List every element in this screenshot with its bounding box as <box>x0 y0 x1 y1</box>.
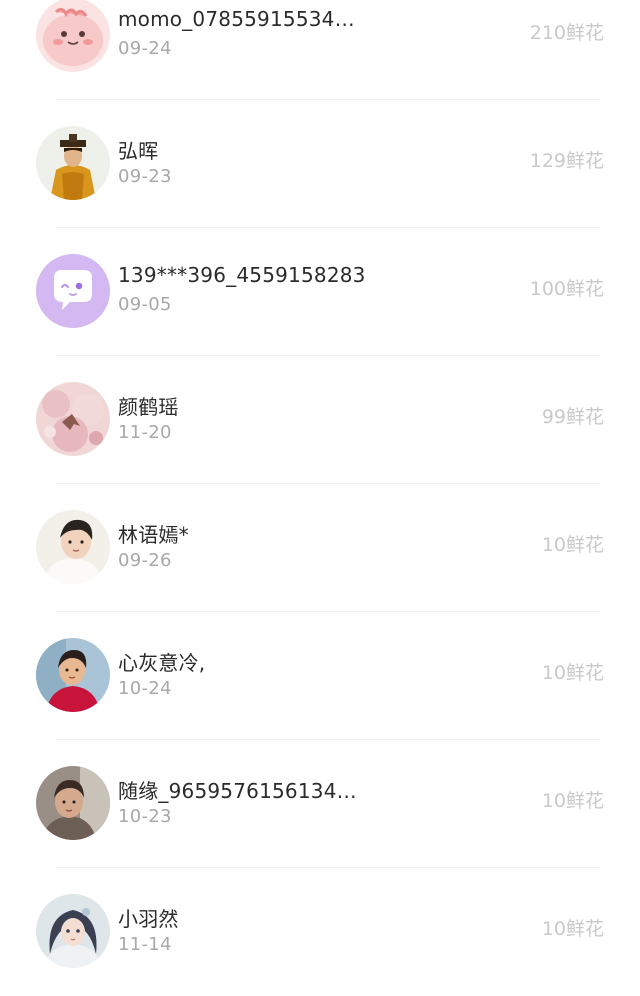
avatar[interactable] <box>36 382 110 456</box>
flower-count: 129鲜花 <box>529 150 604 172</box>
gift-date: 09-05 <box>118 294 172 315</box>
user-name: 139***396_4559158283 <box>118 263 366 287</box>
gift-date: 09-23 <box>118 166 172 187</box>
flower-count: 10鲜花 <box>541 662 604 684</box>
gift-date: 09-26 <box>118 550 172 571</box>
flower-count: 10鲜花 <box>541 790 604 812</box>
cute-pink-blob-avatar-icon <box>36 0 110 72</box>
child-photo-avatar-icon <box>36 510 110 584</box>
flower-count: 99鲜花 <box>541 406 604 428</box>
girl-red-shirt-avatar-icon <box>36 638 110 712</box>
person-photo-avatar-icon <box>36 766 110 840</box>
avatar[interactable] <box>36 0 110 72</box>
user-name: 弘晖 <box>118 139 159 163</box>
user-name: 林语嫣* <box>118 523 189 547</box>
list-item[interactable]: 颜鹤瑶 11-20 99鲜花 <box>0 356 640 484</box>
gift-date: 11-14 <box>118 934 172 955</box>
list-item[interactable]: 小羽然 11-14 10鲜花 <box>0 868 640 996</box>
avatar[interactable] <box>36 638 110 712</box>
pink-blossom-avatar-icon <box>36 382 110 456</box>
avatar[interactable] <box>36 254 110 328</box>
anime-girl-avatar-icon <box>36 894 110 968</box>
gift-ranking-list: momo_07855915534… 09-24 210鲜花 弘晖 09-23 1… <box>0 0 640 996</box>
gift-date: 10-23 <box>118 806 172 827</box>
costume-figure-avatar-icon <box>36 126 110 200</box>
avatar[interactable] <box>36 510 110 584</box>
flower-count: 100鲜花 <box>529 278 604 300</box>
list-item[interactable]: 心灰意冷, 10-24 10鲜花 <box>0 612 640 740</box>
avatar[interactable] <box>36 766 110 840</box>
list-item[interactable]: 弘晖 09-23 129鲜花 <box>0 100 640 228</box>
flower-count: 10鲜花 <box>541 534 604 556</box>
flower-count: 210鲜花 <box>529 22 604 44</box>
purple-chat-bubble-avatar-icon <box>36 254 110 328</box>
gift-date: 11-20 <box>118 422 172 443</box>
list-item[interactable]: 139***396_4559158283 09-05 100鲜花 <box>0 228 640 356</box>
avatar[interactable] <box>36 126 110 200</box>
user-name: 颜鹤瑶 <box>118 395 179 419</box>
avatar[interactable] <box>36 894 110 968</box>
list-item[interactable]: 林语嫣* 09-26 10鲜花 <box>0 484 640 612</box>
user-name: 随缘_9659576156134… <box>118 779 357 803</box>
user-name: 心灰意冷, <box>118 651 206 675</box>
gift-date: 09-24 <box>118 38 172 59</box>
gift-date: 10-24 <box>118 678 172 699</box>
list-item[interactable]: 随缘_9659576156134… 10-23 10鲜花 <box>0 740 640 868</box>
user-name: momo_07855915534… <box>118 7 355 31</box>
user-name: 小羽然 <box>118 907 179 931</box>
list-item[interactable]: momo_07855915534… 09-24 210鲜花 <box>0 0 640 100</box>
flower-count: 10鲜花 <box>541 918 604 940</box>
